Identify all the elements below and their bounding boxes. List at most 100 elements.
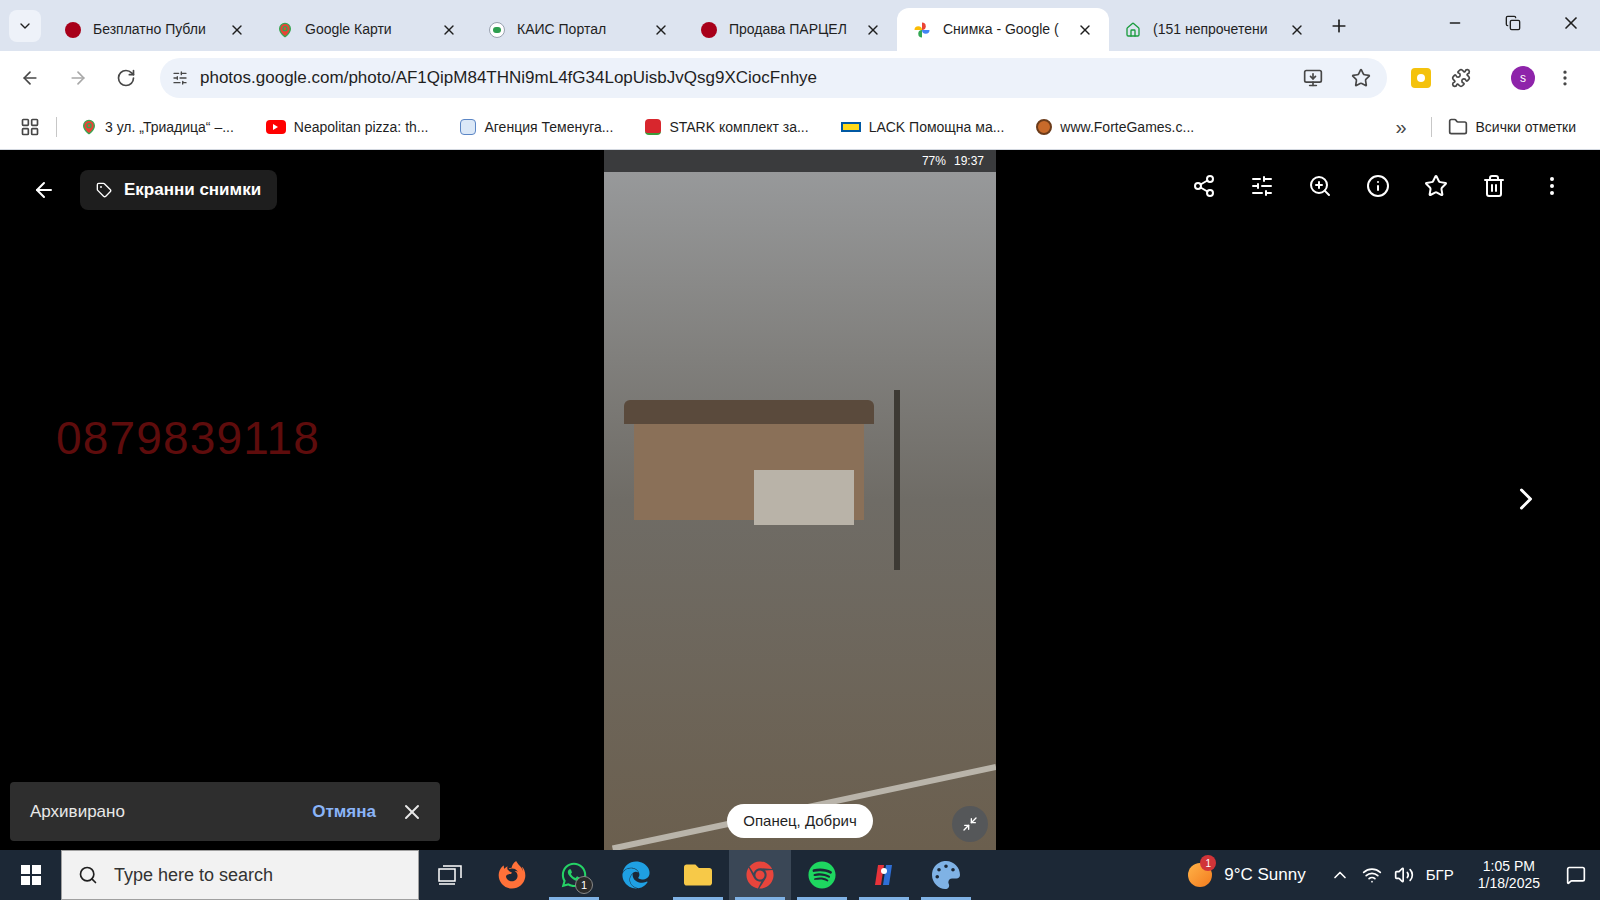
running-indicator: [549, 897, 599, 900]
tray-chevron-icon[interactable]: [1330, 865, 1350, 885]
folder-icon: [1448, 117, 1468, 137]
close-icon[interactable]: [441, 22, 457, 38]
chrome-icon: [746, 861, 774, 889]
install-icon[interactable]: [1303, 68, 1323, 88]
search-box[interactable]: Type here to search: [61, 850, 419, 900]
trash-icon[interactable]: [1482, 174, 1506, 198]
viewer-actions: [996, 150, 1600, 198]
taskbar-app[interactable]: [667, 850, 729, 900]
album-chip[interactable]: Екранни снимки: [80, 170, 277, 210]
network-icon[interactable]: [1362, 865, 1382, 885]
bookmarks-overflow[interactable]: »: [1387, 112, 1414, 142]
tab[interactable]: (151 непрочетени: [1109, 8, 1321, 51]
bookmark-label: www.ForteGames.c...: [1060, 117, 1194, 138]
close-icon[interactable]: [865, 22, 881, 38]
clock[interactable]: 1:05 PM1/18/2025: [1466, 850, 1552, 900]
home-icon: [1125, 22, 1141, 38]
close-icon[interactable]: [229, 22, 245, 38]
site-settings-icon[interactable]: [172, 70, 188, 86]
weather[interactable]: 19°C Sunny: [1176, 850, 1317, 900]
restore-button[interactable]: [1484, 0, 1542, 46]
running-indicator: [797, 897, 847, 900]
weather-badge: 1: [1200, 855, 1216, 871]
close-icon[interactable]: [1077, 22, 1093, 38]
bookmark[interactable]: Neapolitan pizza: th...: [258, 117, 437, 138]
notifications-icon[interactable]: [1566, 865, 1586, 885]
bookmark[interactable]: Агенция Теменуга...: [452, 117, 621, 138]
all-bookmarks[interactable]: Всички отметки: [1448, 117, 1580, 138]
tab-list: Безплатно Публи Google Карти КАИС Портал Пр…: [49, 0, 1349, 51]
running-indicator: [735, 897, 785, 900]
edit-icon[interactable]: [1250, 174, 1274, 198]
back-button[interactable]: [12, 60, 48, 96]
close-button[interactable]: [1542, 0, 1600, 46]
dismiss-icon[interactable]: [400, 800, 424, 824]
extension-icon[interactable]: [1411, 68, 1431, 88]
close-icon[interactable]: [1289, 22, 1305, 38]
folder-icon: [684, 861, 712, 889]
start-button[interactable]: [0, 850, 61, 900]
more-icon[interactable]: [1540, 174, 1564, 198]
tab[interactable]: Продава ПАРЦЕЛ: [685, 8, 897, 51]
minimize-button[interactable]: [1426, 0, 1484, 46]
back-icon[interactable]: [32, 178, 56, 202]
tab[interactable]: Google Карти: [261, 8, 473, 51]
running-indicator: [921, 897, 971, 900]
bookmark-label: Neapolitan pizza: th...: [294, 117, 429, 138]
youtube-icon: [266, 120, 286, 134]
bookmark-label: Агенция Теменуга...: [484, 117, 613, 138]
taskbar-app[interactable]: [419, 850, 481, 900]
chevron-down-icon: [17, 18, 33, 34]
collapse-button[interactable]: [952, 806, 988, 842]
tab-title: Google Карти: [305, 19, 429, 40]
bookmark[interactable]: www.ForteGames.c...: [1028, 117, 1202, 138]
bookmark-label: 3 ул. „Триадица“ –...: [105, 117, 234, 138]
new-tab-icon[interactable]: [1329, 16, 1349, 36]
arrow-right-icon: [68, 68, 88, 88]
tab[interactable]: Снимка - Google (: [897, 8, 1109, 51]
tab[interactable]: Безплатно Публи: [49, 8, 261, 51]
bookmark[interactable]: 3 ул. „Триадица“ –...: [73, 117, 242, 138]
location-chip[interactable]: Опанец, Добрич: [727, 804, 872, 839]
running-indicator: [673, 897, 723, 900]
address-bar[interactable]: photos.google.com/photo/AF1QipM84THNi9mL…: [160, 58, 1387, 98]
undo-button[interactable]: Отмяна: [312, 799, 376, 825]
tag-icon: [96, 182, 112, 198]
tab-title: Безплатно Публи: [93, 19, 217, 40]
apps-icon[interactable]: [20, 117, 40, 137]
bookmark[interactable]: LACK Помощна ма...: [833, 117, 1013, 138]
zoom-icon[interactable]: [1308, 174, 1332, 198]
taskbar-app[interactable]: [729, 850, 791, 900]
window-controls: [1426, 0, 1600, 51]
share-icon[interactable]: [1192, 174, 1216, 198]
bookmark[interactable]: STARK комплект за...: [637, 117, 816, 138]
menu-icon[interactable]: [1555, 68, 1575, 88]
arrow-left-icon: [20, 68, 40, 88]
taskbar-app[interactable]: [481, 850, 543, 900]
reload-button[interactable]: [108, 60, 144, 96]
tab-title: КАИС Портал: [517, 19, 641, 40]
bookmarks-bar: 3 ул. „Триадица“ –... Neapolitan pizza: t…: [0, 105, 1600, 150]
profile-avatar[interactable]: s: [1511, 66, 1535, 90]
tab-strip: Безплатно Публи Google Карти КАИС Портал Пр…: [0, 0, 1600, 51]
bookmark-label: LACK Помощна ма...: [869, 117, 1005, 138]
favorite-icon[interactable]: [1424, 174, 1448, 198]
bookmark-star-icon[interactable]: [1351, 68, 1371, 88]
reload-icon: [116, 68, 136, 88]
taskbar-app[interactable]: [791, 850, 853, 900]
taskbar-app[interactable]: [605, 850, 667, 900]
tab[interactable]: КАИС Портал: [473, 8, 685, 51]
tab-title: Снимка - Google (: [943, 19, 1065, 40]
close-icon[interactable]: [653, 22, 669, 38]
taskbar-app[interactable]: [853, 850, 915, 900]
volume-icon[interactable]: [1394, 865, 1414, 885]
puzzle-icon[interactable]: [1451, 68, 1471, 88]
forward-button[interactable]: [60, 60, 96, 96]
tab-search-button[interactable]: [9, 10, 41, 42]
taskbar-app[interactable]: 1: [543, 850, 605, 900]
next-icon[interactable]: [1508, 481, 1544, 517]
taskbar-app[interactable]: [915, 850, 977, 900]
search-icon: [78, 865, 98, 885]
info-icon[interactable]: [1366, 174, 1390, 198]
language[interactable]: БГР: [1426, 864, 1454, 887]
